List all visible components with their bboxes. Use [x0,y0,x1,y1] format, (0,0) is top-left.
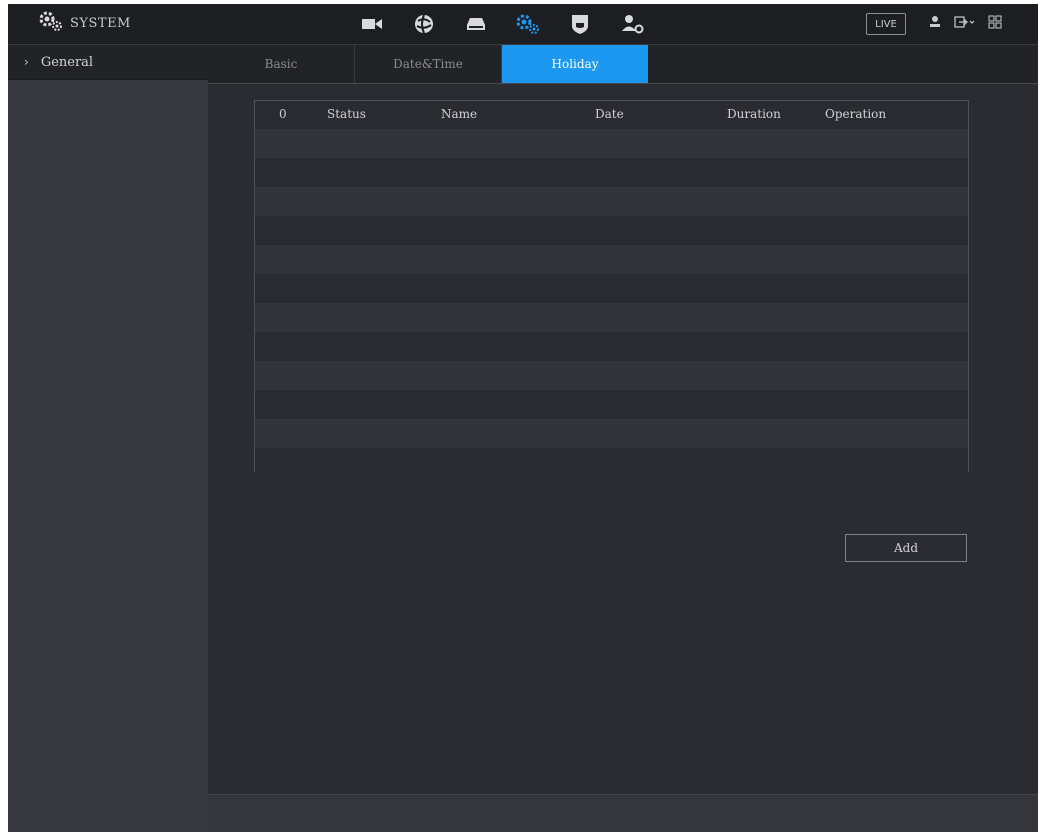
table-row [255,419,968,448]
page-title: SYSTEM [70,15,131,31]
column-header-duration: Duration [727,107,781,121]
system-gear-icon [38,10,64,36]
add-button[interactable]: Add [845,534,967,562]
table-row [255,274,968,303]
table-row [255,158,968,187]
system-brand: SYSTEM [38,10,131,36]
table-row [255,303,968,332]
tab-bar: Basic Date&Time Holiday [208,45,1038,84]
grid-menu-icon[interactable] [988,14,1002,33]
sidebar-item-general[interactable]: › General [8,45,208,80]
top-right-controls [928,14,1002,33]
account-icon[interactable] [618,10,646,38]
app-window: SYSTEM LIVE › General Basic Date&Time Ho… [8,4,1038,832]
column-header-name: Name [441,107,478,121]
footer-bar [208,794,1038,832]
column-header-operation: Operation [825,107,887,121]
tab-holiday[interactable]: Holiday [502,45,648,83]
table-row [255,129,968,158]
table-row [255,448,968,477]
chevron-right-icon: › [24,55,29,69]
top-bar: SYSTEM LIVE [8,4,1038,45]
camera-icon[interactable] [358,10,386,38]
column-header-count: 0 [279,107,287,121]
column-header-status: Status [327,107,366,121]
live-button[interactable]: LIVE [866,13,906,35]
table-row [255,216,968,245]
holiday-table: 0 Status Name Date Duration Operation [254,100,969,477]
table-row [255,187,968,216]
security-icon[interactable] [566,10,594,38]
network-icon[interactable] [410,10,438,38]
main-nav [358,10,646,38]
user-icon[interactable] [928,14,942,33]
column-header-date: Date [595,107,624,121]
sidebar: › General [8,45,208,832]
logout-icon[interactable] [954,14,976,33]
table-row [255,390,968,419]
table-row [255,245,968,274]
tab-basic[interactable]: Basic [208,45,355,83]
sidebar-item-label: General [40,54,94,70]
system-settings-icon[interactable] [514,10,542,38]
table-row [255,332,968,361]
table-row [255,361,968,390]
tab-date-time[interactable]: Date&Time [355,45,502,83]
table-header: 0 Status Name Date Duration Operation [255,101,968,129]
storage-icon[interactable] [462,10,490,38]
